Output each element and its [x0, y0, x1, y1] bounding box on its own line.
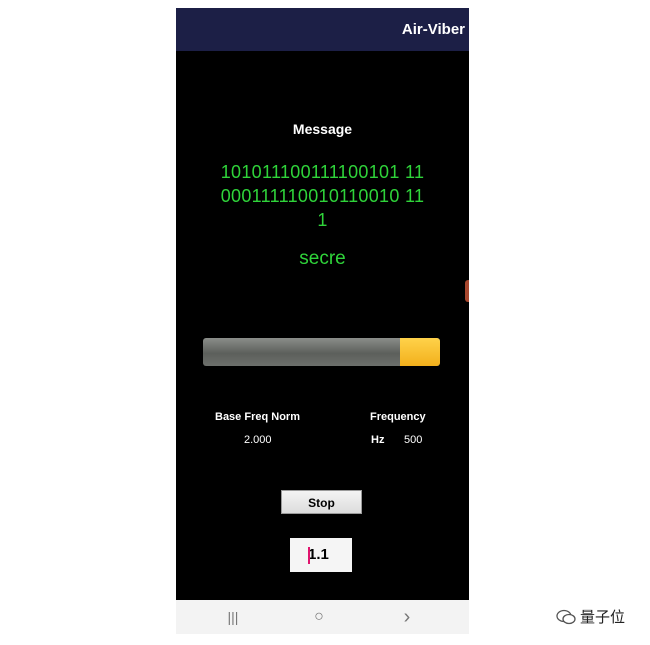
phone-screen: Air-Viber Message 101011100111100101 11 … [176, 8, 469, 634]
recents-icon[interactable]: ||| [221, 608, 245, 626]
bit-line: 1 [317, 210, 328, 230]
value-input-text: 1.1 [308, 546, 329, 563]
edge-artifact [465, 280, 469, 302]
frequency-label: Frequency [370, 411, 426, 423]
bit-sequence: 101011100111100101 11 000111110010110010… [204, 160, 441, 232]
signal-progress-bar [203, 338, 440, 366]
home-icon[interactable]: ○ [307, 608, 331, 626]
frequency-unit: Hz [371, 434, 385, 446]
frequency-value: 500 [404, 434, 423, 446]
watermark: 量子位 [556, 606, 625, 627]
bit-line: 000111110010110010 11 [220, 186, 425, 206]
decoded-text: secre [299, 248, 346, 269]
system-nav-bar: ||| ○ › [176, 600, 469, 634]
app-bar: Air-Viber [176, 8, 469, 51]
message-label: Message [292, 121, 353, 137]
progress-fill [399, 338, 440, 366]
wechat-logo-icon [556, 609, 576, 624]
back-icon[interactable]: › [395, 606, 419, 628]
watermark-text: 量子位 [580, 609, 626, 626]
value-input[interactable]: 1.1 [290, 538, 352, 572]
base-freq-value: 2.000 [244, 434, 272, 446]
app-title: Air-Viber [401, 21, 465, 38]
bit-line: 101011100111100101 11 [220, 162, 425, 182]
stop-button[interactable]: Stop [281, 490, 362, 514]
base-freq-label: Base Freq Norm [215, 411, 300, 423]
text-caret [308, 547, 310, 564]
